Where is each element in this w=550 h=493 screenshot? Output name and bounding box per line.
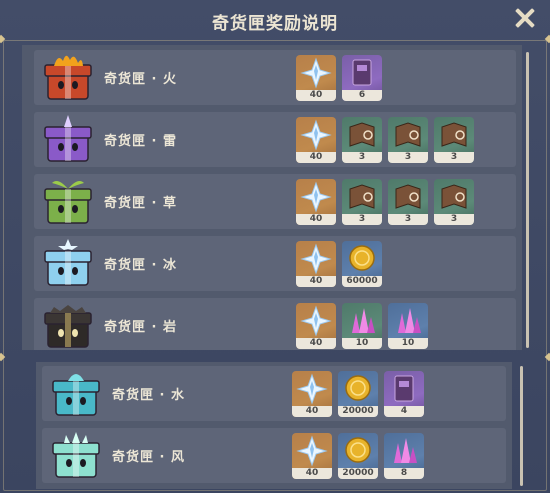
chest-anemo-icon (48, 429, 104, 483)
reward-item[interactable]: 3 (388, 117, 428, 163)
chest-cryo-icon (40, 237, 96, 291)
primogem-icon (292, 433, 332, 468)
chest-name: 奇货匣 · 水 (112, 388, 185, 403)
talent-book-icon (388, 117, 428, 152)
chest-name: 奇货匣 · 风 (112, 450, 185, 465)
crystal-icon (342, 303, 382, 338)
talent-book-icon (388, 179, 428, 214)
reward-row-dendro: 奇货匣 · 草 40 3 3 3 (34, 174, 516, 229)
reward-item[interactable]: 3 (342, 179, 382, 225)
corner-ornament (0, 352, 6, 362)
talent-book-icon (342, 179, 382, 214)
reward-count: 3 (342, 152, 382, 163)
reward-item[interactable]: 40 (296, 179, 336, 225)
reward-row-hydro: 奇货匣 · 水 40 20000 4 (42, 366, 506, 421)
corner-ornament (544, 352, 550, 362)
reward-item[interactable]: 3 (434, 117, 474, 163)
close-button[interactable] (514, 7, 536, 29)
scrollbar[interactable] (526, 52, 529, 348)
reward-item[interactable]: 40 (292, 371, 332, 417)
reward-count: 3 (434, 152, 474, 163)
reward-item[interactable]: 20000 (338, 433, 378, 479)
reward-row-fire: 奇货匣 · 火 40 6 (34, 50, 516, 105)
reward-count: 40 (296, 90, 336, 101)
reward-item[interactable]: 40 (296, 241, 336, 287)
talent-book-icon (434, 179, 474, 214)
reward-list-continued[interactable]: 奇货匣 · 水 40 20000 4 奇货匣 · 风 40 20000 8 (36, 362, 512, 489)
mora-coin-icon (342, 241, 382, 276)
primogem-icon (296, 55, 336, 90)
reward-count: 3 (342, 214, 382, 225)
book-icon (384, 371, 424, 406)
chest-name: 奇货匣 · 草 (104, 196, 177, 211)
reward-item[interactable]: 40 (296, 117, 336, 163)
primogem-icon (296, 241, 336, 276)
dialog-header: 奇货匣奖励说明 (0, 0, 550, 38)
reward-item[interactable]: 10 (388, 303, 428, 349)
chest-name: 奇货匣 · 雷 (104, 134, 177, 149)
chest-name: 奇货匣 · 岩 (104, 320, 177, 335)
chest-dendro-icon (40, 175, 96, 229)
chest-name: 奇货匣 · 冰 (104, 258, 177, 273)
reward-count: 40 (292, 468, 332, 479)
reward-dialog: 奇货匣奖励说明 奇货匣 · 火 40 6 奇货匣 · 雷 40 3 3 3 奇货匣 · 草 40 3… (0, 0, 550, 493)
reward-count: 40 (296, 152, 336, 163)
reward-item[interactable]: 3 (388, 179, 428, 225)
reward-count: 4 (384, 406, 424, 417)
reward-item[interactable]: 40 (292, 433, 332, 479)
reward-count: 40 (296, 338, 336, 349)
reward-item[interactable]: 4 (384, 371, 424, 417)
reward-count: 40 (296, 276, 336, 287)
reward-item[interactable]: 3 (342, 117, 382, 163)
primogem-icon (296, 179, 336, 214)
primogem-icon (296, 117, 336, 152)
reward-count: 20000 (338, 406, 378, 417)
reward-count: 8 (384, 468, 424, 479)
reward-count: 3 (434, 214, 474, 225)
reward-count: 3 (388, 214, 428, 225)
mora-coin-icon (338, 433, 378, 468)
reward-item[interactable]: 40 (296, 303, 336, 349)
reward-item[interactable]: 6 (342, 55, 382, 101)
reward-item[interactable]: 40 (296, 55, 336, 101)
mora-coin-icon (338, 371, 378, 406)
chest-fire-icon (40, 51, 96, 105)
chest-geo-icon (40, 299, 96, 350)
reward-count: 60000 (342, 276, 382, 287)
crystal-icon (384, 433, 424, 468)
reward-count: 6 (342, 90, 382, 101)
reward-count: 10 (342, 338, 382, 349)
chest-electro-icon (40, 113, 96, 167)
primogem-icon (296, 303, 336, 338)
reward-row-cryo: 奇货匣 · 冰 40 60000 (34, 236, 516, 291)
reward-count: 40 (296, 214, 336, 225)
reward-row-geo: 奇货匣 · 岩 40 10 10 (34, 298, 516, 350)
reward-count: 3 (388, 152, 428, 163)
talent-book-icon (434, 117, 474, 152)
reward-count: 20000 (338, 468, 378, 479)
reward-item[interactable]: 10 (342, 303, 382, 349)
reward-item[interactable]: 20000 (338, 371, 378, 417)
scrollbar[interactable] (520, 366, 523, 486)
crystal-icon (388, 303, 428, 338)
primogem-icon (292, 371, 332, 406)
reward-item[interactable]: 3 (434, 179, 474, 225)
reward-row-electro: 奇货匣 · 雷 40 3 3 3 (34, 112, 516, 167)
reward-count: 10 (388, 338, 428, 349)
chest-name: 奇货匣 · 火 (104, 72, 177, 87)
chest-hydro-icon (48, 367, 104, 421)
dialog-title: 奇货匣奖励说明 (212, 14, 338, 34)
reward-row-anemo: 奇货匣 · 风 40 20000 8 (42, 428, 506, 483)
reward-count: 40 (292, 406, 332, 417)
reward-list[interactable]: 奇货匣 · 火 40 6 奇货匣 · 雷 40 3 3 3 奇货匣 · 草 40 3 3 3 奇货匣 · … (22, 45, 522, 350)
reward-item[interactable]: 8 (384, 433, 424, 479)
reward-item[interactable]: 60000 (342, 241, 382, 287)
book-icon (342, 55, 382, 90)
talent-book-icon (342, 117, 382, 152)
